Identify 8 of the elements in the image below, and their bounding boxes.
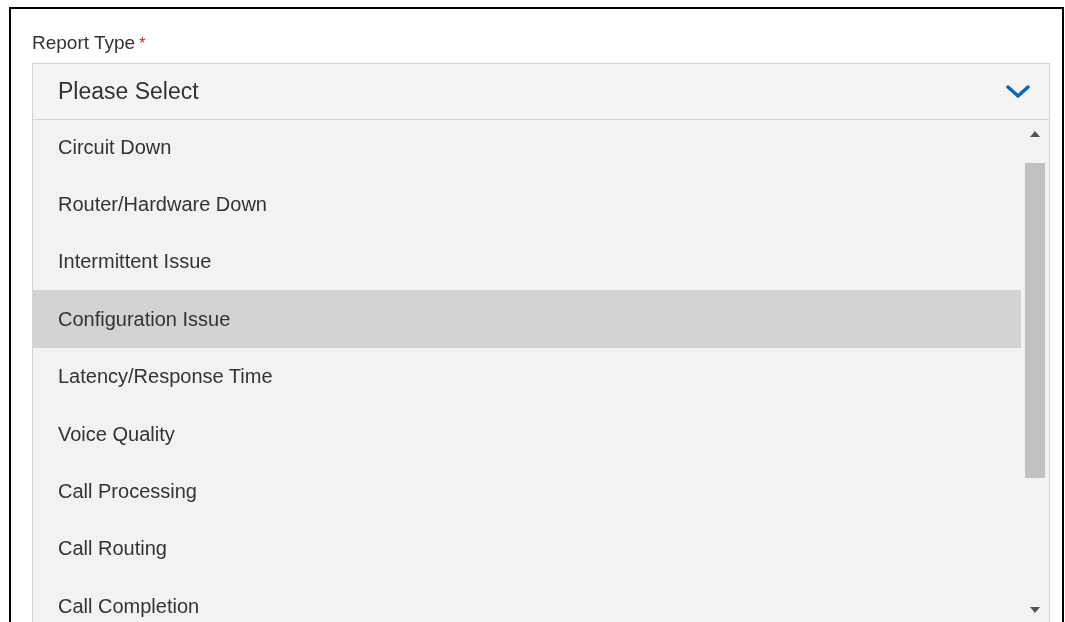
select-dropdown[interactable]: Please Select [32, 63, 1050, 120]
chevron-down-icon [1005, 83, 1031, 100]
field-label: Report Type [32, 31, 136, 55]
scroll-up-icon[interactable] [1030, 131, 1040, 137]
dropdown-option[interactable]: Configuration Issue [33, 290, 1022, 348]
scroll-down-icon[interactable] [1030, 607, 1040, 613]
scrollbar-thumb[interactable] [1025, 163, 1045, 478]
required-mark: * [139, 34, 146, 54]
